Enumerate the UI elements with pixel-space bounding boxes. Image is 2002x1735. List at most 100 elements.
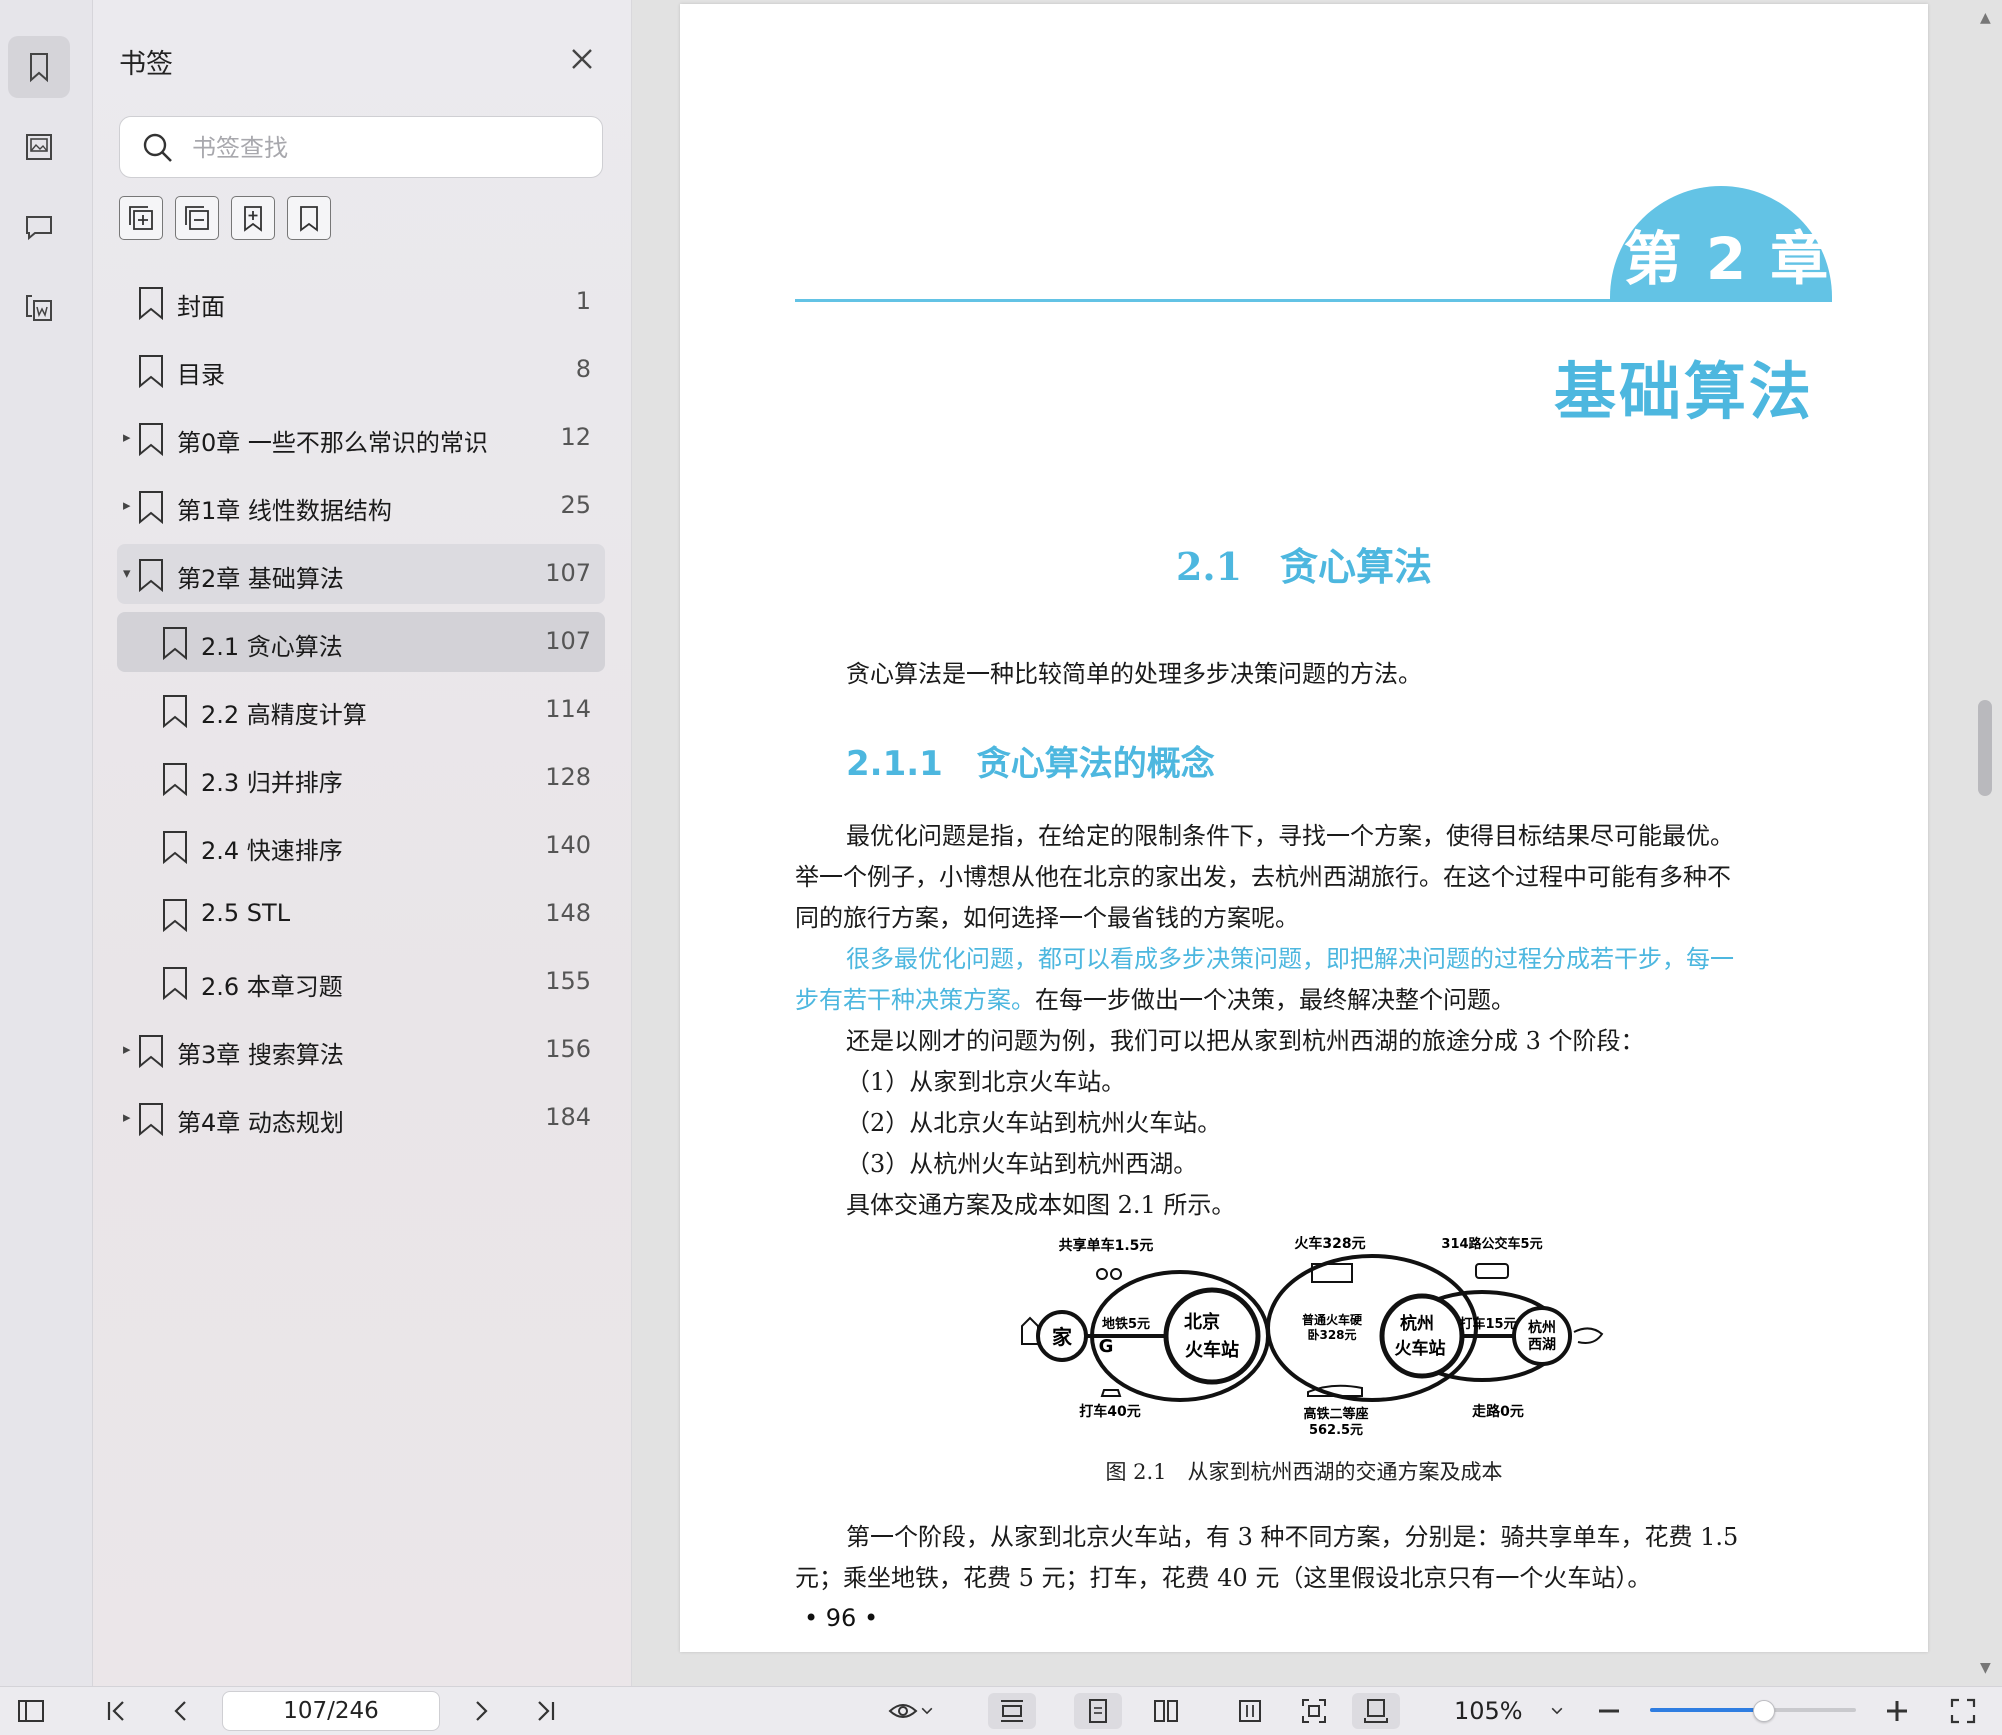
comment-panel-button[interactable] [8,196,70,258]
chevron-right-icon [476,1701,488,1721]
bookmark-item[interactable]: 2.2 高精度计算 114 [117,680,605,740]
fullscreen-icon [1950,1698,1976,1724]
bookmark-label: 2.5 STL [201,899,291,927]
read-mode-dropdown[interactable] [880,1693,942,1729]
svg-text:西湖: 西湖 [1528,1337,1556,1353]
bookmark-icon [139,559,163,592]
bookmark-item[interactable]: ▸ 第0章 一些不那么常识的常识 12 [117,408,605,468]
bookmark-page-number: 128 [545,763,591,791]
bookmark-page-number: 107 [545,559,591,587]
auto-fit-button[interactable] [1352,1693,1400,1729]
add-bookmark-icon [244,206,262,232]
bookmark-panel-button[interactable] [8,36,70,98]
close-icon[interactable] [565,42,599,76]
bookmark-item[interactable]: 2.4 快速排序 140 [117,816,605,876]
bookmark-icon [163,695,187,728]
page-footer-number: • 96 • [804,1604,879,1632]
bookmark-page-number: 107 [545,627,591,655]
bookmark-item[interactable]: 2.6 本章习题 155 [117,952,605,1012]
bookmark-item[interactable]: ▸ 第1章 线性数据结构 25 [117,476,605,536]
bookmark-item[interactable]: 2.5 STL 148 [117,884,605,944]
svg-text:562.5元: 562.5元 [1309,1423,1363,1436]
bookmark-icon [139,491,163,524]
sidebar-toggle-icon [18,1700,44,1722]
fit-width-button[interactable] [988,1693,1036,1729]
step-item: （2）从北京火车站到杭州火车站。 [846,1109,1222,1137]
scroll-up-icon[interactable]: ▲ [1980,10,1991,26]
bookmark-search-input[interactable] [190,127,584,169]
scroll-down-icon[interactable]: ▼ [1980,1660,1991,1676]
fit-page-button[interactable] [1294,1693,1334,1729]
paragraph-line: 举一个例子，小博想从他在北京的家出发，去杭州西湖旅行。在这个过程中可能有多种不 [795,863,1731,891]
left-rail [0,0,93,1686]
zoom-dropdown[interactable] [1546,1693,1568,1729]
bookmark-page-number: 1 [575,287,591,315]
attachment-panel-button[interactable] [8,276,70,338]
collapse-all-icon [185,206,209,230]
previous-page-button[interactable] [164,1693,198,1729]
fullscreen-button[interactable] [1948,1693,1978,1729]
svg-text:地铁5元: 地铁5元 [1102,1316,1150,1332]
search-icon [143,133,172,162]
subsection-title: 2.1.1 贪心算法的概念 [846,744,1215,784]
bookmark-item[interactable]: 2.1 贪心算法 107 [117,612,605,672]
vertical-scrollbar[interactable]: ▲ ▼ [1970,0,2002,1686]
thumbnail-panel-button[interactable] [8,116,70,178]
single-page-icon [1089,1699,1107,1723]
bookmark-icon [139,355,163,388]
zoom-out-button[interactable] [1594,1693,1624,1729]
first-page-button[interactable] [100,1693,134,1729]
bookmark-label: 第2章 基础算法 [177,565,344,593]
chevron-left-icon [174,1701,186,1721]
caret-right-icon[interactable]: ▸ [123,428,131,446]
toggle-sidebar-button[interactable] [14,1693,48,1729]
bookmark-page-number: 8 [575,355,591,383]
paragraph-line: 具体交通方案及成本如图 2.1 所示。 [846,1191,1236,1219]
last-page-button[interactable] [528,1693,562,1729]
caret-right-icon[interactable]: ▸ [123,1108,131,1126]
bookmark-item[interactable]: 2.3 归并排序 128 [117,748,605,808]
bookmark-item[interactable]: 封面 1 [117,272,605,332]
svg-text:杭州: 杭州 [1528,1319,1556,1336]
two-page-button[interactable] [1146,1693,1186,1729]
add-bookmark-button[interactable] [231,196,275,240]
bookmark-item[interactable]: ▸ 第4章 动态规划 184 [117,1088,605,1148]
bookmark-page-number: 25 [560,491,591,519]
expand-all-button[interactable] [119,196,163,240]
auto-fit-icon [1364,1699,1388,1723]
zoom-in-button[interactable] [1882,1693,1912,1729]
zoom-level[interactable]: 105% [1454,1697,1523,1725]
bookmark-item[interactable]: 目录 8 [117,340,605,400]
chapter-title: 基础算法 [1553,355,1814,428]
document-viewer[interactable]: 第 2 章 基础算法 2.1 贪心算法 贪心算法是一种比较简单的处理多步决策问题… [632,0,2002,1686]
collapse-all-button[interactable] [175,196,219,240]
bookmark-icon [163,831,187,864]
bookmark-label: 2.1 贪心算法 [201,633,343,661]
bookmark-label: 第1章 线性数据结构 [177,497,392,525]
zoom-slider-knob[interactable] [1753,1700,1776,1722]
scrollbar-thumb[interactable] [1978,700,1992,796]
single-page-button[interactable] [1074,1693,1122,1729]
bookmark-item[interactable]: ▾ 第2章 基础算法 107 [117,544,605,604]
bookmark-page-number: 114 [545,695,591,723]
bookmark-page-number: 155 [545,967,591,995]
bookmark-label: 第4章 动态规划 [177,1109,344,1137]
bookmark-item[interactable]: ▸ 第3章 搜索算法 156 [117,1020,605,1080]
zoom-slider-fill [1650,1708,1764,1712]
continuous-scroll-button[interactable] [1230,1693,1270,1729]
scroll-mode-icon [1239,1700,1261,1722]
caret-down-icon[interactable]: ▾ [123,564,131,582]
bookmark-icon [139,1035,163,1068]
section-title: 2.1 贪心算法 [1175,544,1433,589]
bookmark-label: 2.3 归并排序 [201,769,343,797]
caret-right-icon[interactable]: ▸ [123,1040,131,1058]
first-page-icon [107,1701,124,1721]
page-number-input[interactable]: 107/246 [222,1691,440,1731]
zoom-slider[interactable] [1650,1700,1856,1722]
caret-right-icon[interactable]: ▸ [123,496,131,514]
bookmark-outline-button[interactable] [287,196,331,240]
next-page-button[interactable] [464,1693,498,1729]
fit-page-icon [1302,1699,1326,1723]
attachment-icon [26,295,52,321]
comment-icon [26,216,52,241]
